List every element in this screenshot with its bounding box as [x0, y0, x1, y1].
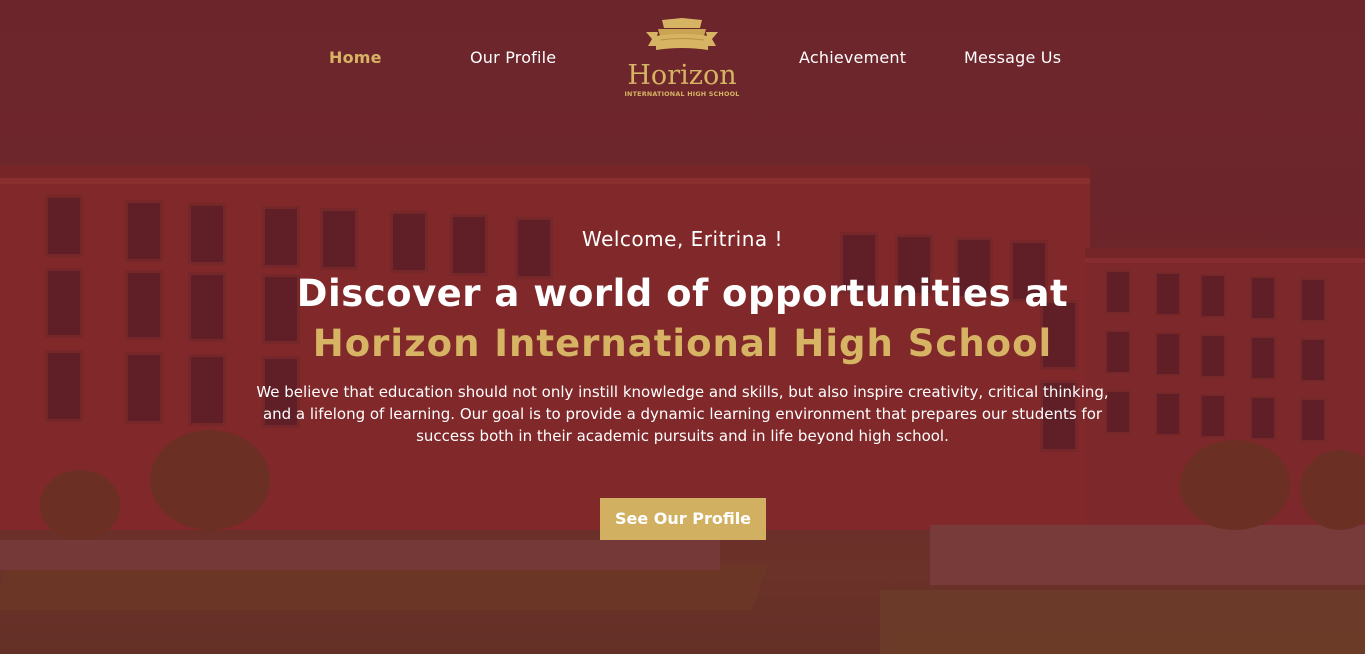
logo-subtitle: INTERNATIONAL HIGH SCHOOL: [624, 90, 740, 98]
see-our-profile-button[interactable]: See Our Profile: [600, 498, 766, 540]
school-logo[interactable]: Horizon INTERNATIONAL HIGH SCHOOL: [617, 18, 747, 100]
nav-our-profile-link[interactable]: Our Profile: [470, 48, 556, 67]
main-navigation: Home Our Profile Horizon INTERNATIONAL H…: [0, 0, 1365, 110]
nav-message-us-link[interactable]: Message Us: [964, 48, 1061, 67]
nav-home-link[interactable]: Home: [329, 48, 382, 67]
welcome-message: Welcome, Eritrina !: [581, 227, 784, 251]
nav-achievement-link[interactable]: Achievement: [799, 48, 906, 67]
logo-title: Horizon: [627, 60, 737, 91]
hero-headline: Discover a world of opportunities at: [296, 272, 1069, 315]
hero-description: We believe that education should not onl…: [256, 383, 1109, 445]
hero-school-name: Horizon International High School: [312, 322, 1053, 365]
crest-banner-icon: [646, 18, 718, 50]
hero-section: Welcome, Eritrina ! Discover a world of …: [0, 225, 1365, 447]
